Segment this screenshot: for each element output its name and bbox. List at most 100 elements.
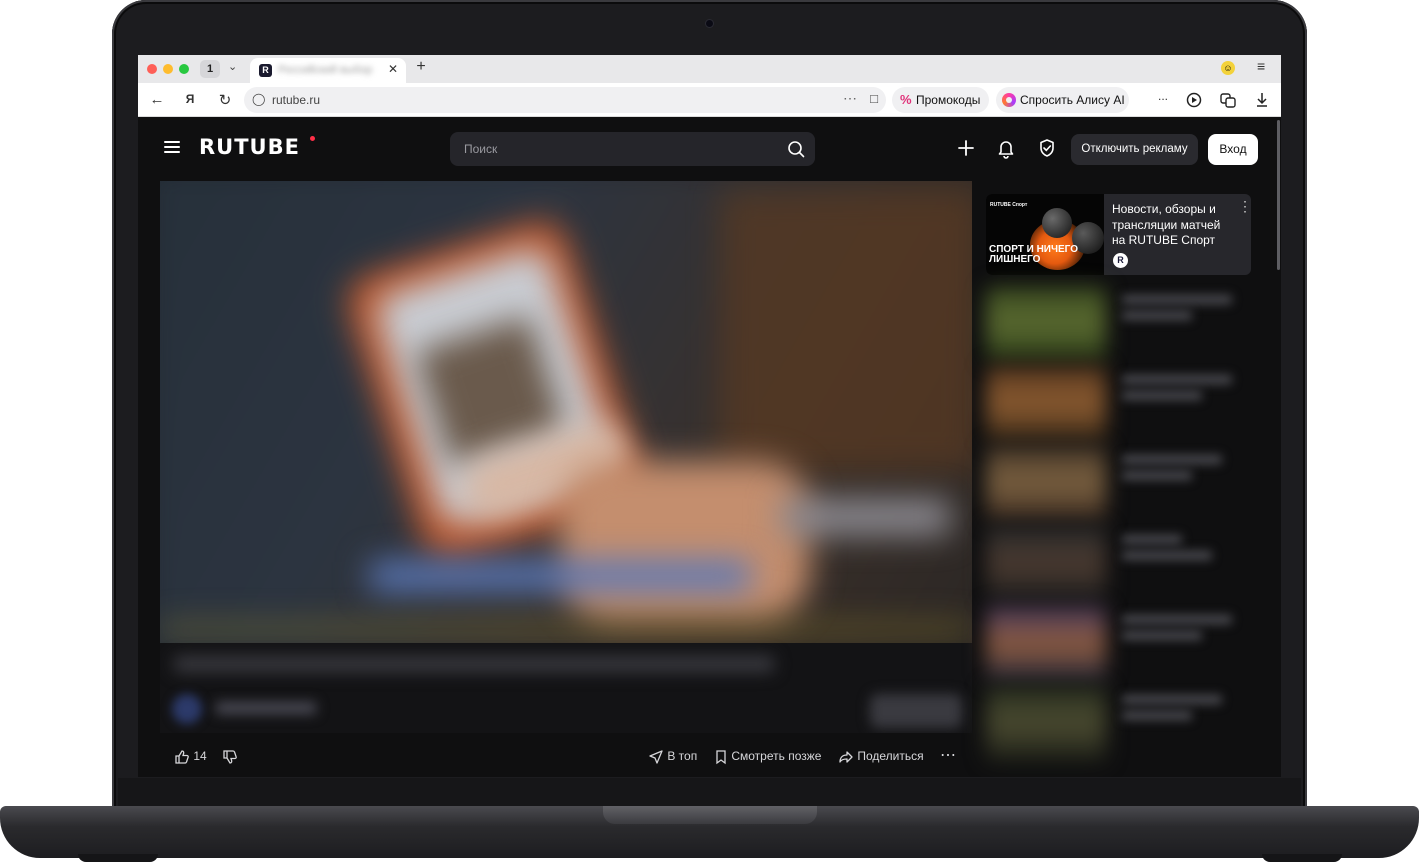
back-arrow-icon[interactable]: ← [148, 91, 166, 108]
recommendation-thumbnail [986, 287, 1106, 361]
bell-icon[interactable] [996, 137, 1016, 159]
shield-icon: ◯ [252, 92, 266, 106]
more-actions-icon[interactable]: ⋯ [940, 745, 956, 765]
watch-later-label: Смотреть позже [731, 749, 822, 764]
laptop-chin [118, 778, 1301, 808]
alice-icon [1002, 93, 1016, 107]
video-section [160, 181, 972, 733]
watch-later-button[interactable]: Смотреть позже [714, 749, 821, 765]
url-text: rutube.ru [272, 93, 321, 107]
bookmark-icon [716, 750, 726, 765]
translate-icon[interactable] [1220, 92, 1236, 108]
close-window-button[interactable] [147, 64, 157, 74]
browser-tab-bar: 1 ⌄ R Российский выбор ✕ + ☺ ≡ [138, 55, 1281, 83]
search-box [450, 132, 815, 166]
recommendation-meta [1122, 471, 1192, 480]
tab-count-badge[interactable]: 1 [200, 60, 220, 78]
promo-title[interactable]: Новости, обзоры и трансляции матчей на R… [1112, 202, 1230, 249]
video-title [174, 656, 774, 672]
dislike-button[interactable] [222, 749, 238, 765]
laptop-foot-right [1262, 854, 1342, 862]
recommendation-item[interactable] [986, 447, 1251, 521]
promo-thumb-logo: RUTUBE Спорт [990, 202, 1028, 208]
laptop-foot-left [78, 854, 158, 862]
recommendation-item[interactable] [986, 527, 1251, 601]
ask-alice-button[interactable]: Спросить Алису AI [996, 87, 1129, 113]
new-tab-button[interactable]: + [412, 58, 430, 76]
promo-channel-badge[interactable]: R [1113, 253, 1128, 268]
to-top-button[interactable]: В топ [648, 749, 697, 765]
extension-icon[interactable]: ☺ [1221, 61, 1235, 75]
recommendation-item[interactable] [986, 287, 1251, 361]
address-bar: ← Я ↻ ◯ rutube.ru ⋯ □ % Промокоды Спроси… [138, 83, 1281, 117]
add-icon[interactable] [956, 137, 976, 159]
recommendation-meta [1122, 711, 1192, 720]
share-icon [839, 751, 853, 763]
yandex-icon[interactable]: Я [181, 92, 199, 106]
promo-codes-button[interactable]: % Промокоды [892, 87, 989, 113]
bookmark-icon[interactable]: □ [870, 91, 878, 106]
video-actions: 14 В топ Смотреть позже Поделиться ⋯ [160, 745, 972, 775]
recommendation-item[interactable] [986, 687, 1251, 761]
recommendations-sidebar: RUTUBE Спорт СПОРТ И НИЧЕГО ЛИШНЕГО Ново… [976, 181, 1276, 777]
browser-tab[interactable]: R Российский выбор ✕ [250, 58, 406, 83]
thumbs-up-icon [175, 750, 189, 764]
like-count: 14 [193, 749, 207, 764]
percent-icon: % [900, 92, 912, 107]
promo-ball-dark [1042, 208, 1072, 238]
ask-alice-label: Спросить Алису AI [1020, 93, 1125, 107]
promo-card[interactable]: RUTUBE Спорт СПОРТ И НИЧЕГО ЛИШНЕГО Ново… [986, 194, 1251, 275]
recommendation-item[interactable] [986, 607, 1251, 681]
screen: 1 ⌄ R Российский выбор ✕ + ☺ ≡ ← Я ↻ ◯ r… [138, 55, 1281, 777]
search-icon[interactable] [787, 140, 805, 158]
promo-thumbnail[interactable]: RUTUBE Спорт СПОРТ И НИЧЕГО ЛИШНЕГО [986, 194, 1104, 275]
recommendation-title [1122, 535, 1182, 544]
search-input[interactable] [450, 132, 770, 166]
tab-title: Российский выбор [278, 64, 373, 76]
browser-menu-icon[interactable]: ≡ [1257, 58, 1265, 74]
rutube-logo[interactable]: RUTUBE [199, 135, 300, 159]
recommendation-thumbnail [986, 687, 1106, 761]
channel-name[interactable] [216, 702, 316, 714]
laptop-notch [603, 806, 817, 824]
recommendation-thumbnail [986, 447, 1106, 521]
recommendation-title [1122, 455, 1222, 464]
share-label: Поделиться [857, 749, 924, 764]
channel-avatar[interactable] [172, 694, 202, 724]
minimize-window-button[interactable] [163, 64, 173, 74]
recommendation-thumbnail [986, 367, 1106, 441]
recommendation-title [1122, 375, 1232, 384]
disable-ads-button[interactable]: Отключить рекламу [1071, 134, 1198, 165]
url-field[interactable]: ◯ rutube.ru ⋯ □ [244, 87, 886, 113]
like-button[interactable]: 14 [174, 749, 207, 765]
chevron-down-icon[interactable]: ⌄ [228, 60, 237, 73]
recommendation-item[interactable] [986, 367, 1251, 441]
page-scrollbar[interactable] [1277, 120, 1280, 270]
menu-icon[interactable] [164, 141, 180, 153]
close-tab-icon[interactable]: ✕ [388, 62, 398, 76]
recommendation-meta [1122, 311, 1192, 320]
more-label[interactable]: ... [1158, 89, 1168, 103]
subscribe-button[interactable] [870, 694, 962, 728]
login-button[interactable]: Вход [1208, 134, 1258, 165]
recommendation-thumbnail [986, 607, 1106, 681]
more-dots-icon[interactable]: ⋯ [843, 90, 858, 107]
site-header: RUTUBE Отключить рекламу Вход [138, 117, 1281, 181]
camera-icon [706, 20, 713, 27]
recommendation-meta [1122, 551, 1212, 560]
to-top-label: В топ [667, 749, 698, 764]
rutube-favicon-icon: R [259, 64, 272, 77]
recommendation-meta [1122, 391, 1202, 400]
video-player[interactable] [160, 181, 972, 643]
shield-check-icon[interactable] [1037, 137, 1057, 159]
recommendation-thumbnail [986, 527, 1106, 601]
promo-thumb-text: СПОРТ И НИЧЕГО ЛИШНЕГО [989, 244, 1078, 265]
share-button[interactable]: Поделиться [838, 749, 924, 765]
maximize-window-button[interactable] [179, 64, 189, 74]
reload-icon[interactable]: ↻ [216, 91, 234, 109]
video-translate-icon[interactable] [1186, 92, 1204, 108]
kebab-menu-icon[interactable]: ⋮ [1238, 198, 1251, 215]
recommendation-title [1122, 615, 1232, 624]
download-icon[interactable] [1255, 92, 1269, 108]
promo-codes-label: Промокоды [916, 93, 981, 107]
